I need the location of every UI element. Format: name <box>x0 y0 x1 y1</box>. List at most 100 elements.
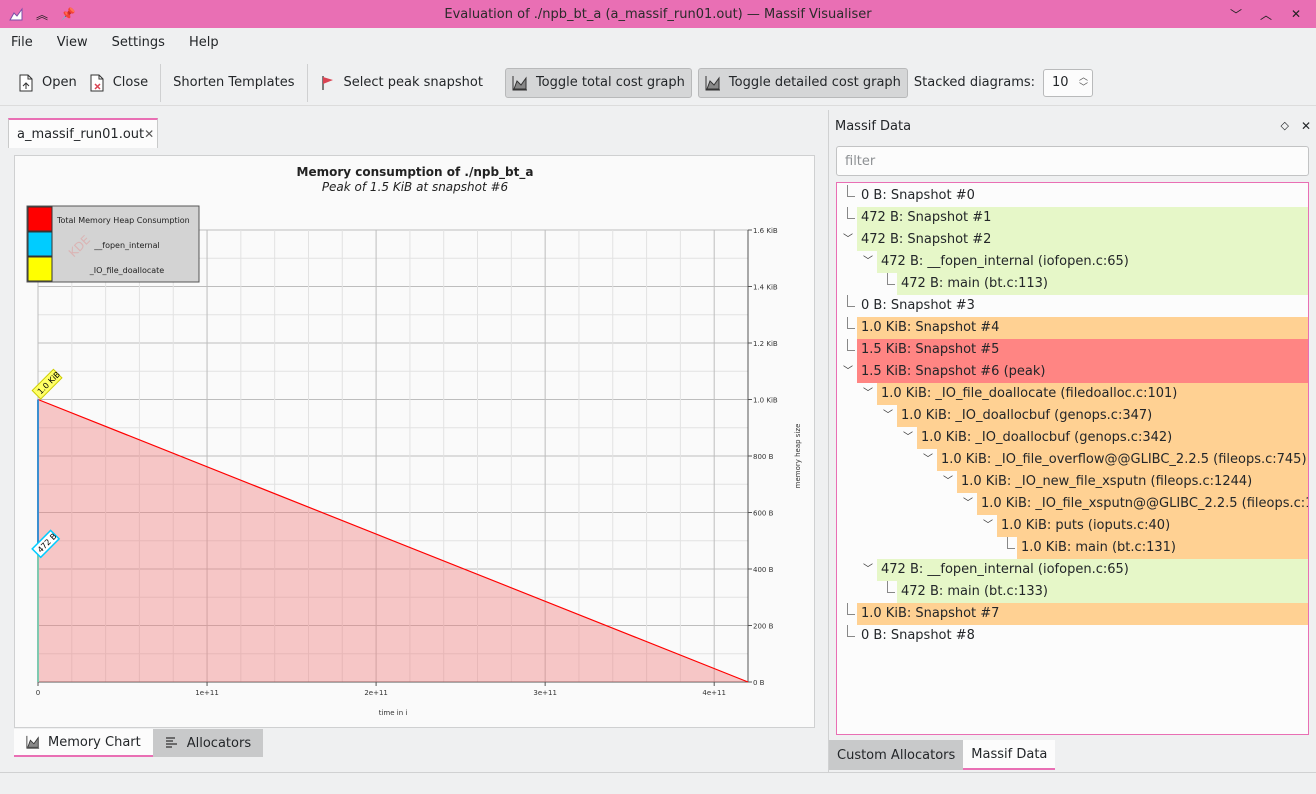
tree-row[interactable]: 0 B: Snapshot #8 <box>837 625 1308 647</box>
chart-title: Memory consumption of ./npb_bt_a <box>297 165 534 180</box>
tree-row[interactable]: ﹀ 1.0 KiB: _IO_file_overflow@@GLIBC_2.2.5… <box>837 449 1308 471</box>
tree-row[interactable]: ﹀ 1.5 KiB: Snapshot #6 (peak) <box>837 361 1308 383</box>
tab-custom-allocators[interactable]: Custom Allocators <box>829 740 964 770</box>
tree-row[interactable]: 472 B: main (bt.c:133) <box>837 581 1308 603</box>
stacked-diagrams-spinbox[interactable]: 10 ︿ ﹀ <box>1043 68 1094 97</box>
minimize-icon[interactable]: ﹀ <box>1228 6 1244 22</box>
tree-row[interactable]: 0 B: Snapshot #3 <box>837 295 1308 317</box>
tree-row[interactable]: 472 B: main (bt.c:113) <box>837 273 1308 295</box>
spin-down-icon[interactable]: ﹀ <box>1079 83 1088 93</box>
tree-row[interactable]: ﹀ 1.0 KiB: _IO_file_doallocate (filedoall… <box>837 383 1308 405</box>
tree-connector <box>847 317 855 329</box>
y-tick-label: 0 B <box>753 679 765 687</box>
tree-row-label: 472 B: __fopen_internal (iofopen.c:65) <box>877 251 1308 273</box>
chart-subtitle: Peak of 1.5 KiB at snapshot #6 <box>322 180 509 194</box>
expand-chevron-icon[interactable]: ﹀ <box>861 559 875 581</box>
dock-header: Massif Data ◇ ✕ <box>835 116 1311 136</box>
shorten-templates-button[interactable]: Shorten Templates <box>167 68 300 98</box>
x-tick-label: 4e+11 <box>702 689 726 697</box>
spin-up-icon[interactable]: ︿ <box>1079 73 1088 83</box>
tree-row-label: 0 B: Snapshot #0 <box>861 188 975 203</box>
chart-svg: Memory consumption of ./npb_bt_aPeak of … <box>26 165 802 717</box>
tree-row[interactable]: 1.5 KiB: Snapshot #5 <box>837 339 1308 361</box>
stacked-diagrams-value[interactable]: 10 <box>1052 75 1069 90</box>
filter-placeholder: filter <box>845 153 876 169</box>
y-tick-label: 1.6 KiB <box>753 227 778 235</box>
expand-chevron-icon[interactable]: ﹀ <box>921 449 935 471</box>
tree-row-label: 472 B: Snapshot #1 <box>857 207 1308 229</box>
tree-row[interactable]: 1.0 KiB: Snapshot #4 <box>837 317 1308 339</box>
tree-row-label: 1.0 KiB: _IO_doallocbuf (genops.c:347) <box>897 405 1308 427</box>
close-dock-icon[interactable]: ✕ <box>1301 119 1311 133</box>
y-tick-label: 1.4 KiB <box>753 284 778 292</box>
pin-icon[interactable]: 📌 <box>60 6 76 22</box>
close-window-icon[interactable]: ✕ <box>1288 6 1304 22</box>
tree-row[interactable]: ﹀ 1.0 KiB: puts (ioputs.c:40) <box>837 515 1308 537</box>
toolbar: Open Close Shorten Templates Select peak… <box>0 60 1316 106</box>
list-icon <box>165 737 177 748</box>
open-button[interactable]: Open <box>12 68 83 98</box>
tree-row-label: 472 B: __fopen_internal (iofopen.c:65) <box>877 559 1308 581</box>
expand-chevron-icon[interactable]: ﹀ <box>881 405 895 427</box>
select-peak-button[interactable]: Select peak snapshot <box>314 68 489 98</box>
close-tab-icon[interactable]: ✕ <box>144 127 154 141</box>
expand-chevron-icon[interactable]: ﹀ <box>841 361 855 383</box>
expand-chevron-icon[interactable]: ﹀ <box>861 251 875 273</box>
tree-connector <box>847 625 855 637</box>
tree-connector <box>847 185 855 197</box>
tree-row[interactable]: ﹀ 472 B: __fopen_internal (iofopen.c:65) <box>837 559 1308 581</box>
tree-row-label: 1.0 KiB: _IO_file_xsputn@@GLIBC_2.2.5 (f… <box>977 493 1308 515</box>
legend-entry: Total Memory Heap Consumption <box>56 216 190 225</box>
expand-chevron-icon[interactable]: ﹀ <box>901 427 915 449</box>
x-tick-label: 3e+11 <box>533 689 557 697</box>
filter-input[interactable]: filter <box>836 146 1309 176</box>
document-tab[interactable]: a_massif_run01.out ✕ <box>8 118 158 148</box>
tree-row-label: 472 B: Snapshot #2 <box>857 229 1308 251</box>
tree-row[interactable]: 1.0 KiB: Snapshot #7 <box>837 603 1308 625</box>
toggle-detailed-cost-button[interactable]: Toggle detailed cost graph <box>697 67 908 98</box>
tree-row[interactable]: 472 B: Snapshot #1 <box>837 207 1308 229</box>
tab-massif-data[interactable]: Massif Data <box>963 740 1056 770</box>
tree-row-label: 1.0 KiB: puts (ioputs.c:40) <box>997 515 1308 537</box>
maximize-icon[interactable]: ︿ <box>1258 6 1274 22</box>
toggle-total-cost-button[interactable]: Toggle total cost graph <box>504 67 692 98</box>
tree-row[interactable]: ﹀ 1.0 KiB: _IO_doallocbuf (genops.c:342) <box>837 427 1308 449</box>
tab-memory-chart[interactable]: Memory Chart <box>14 729 153 757</box>
tree-row[interactable]: ﹀ 1.0 KiB: _IO_doallocbuf (genops.c:347) <box>837 405 1308 427</box>
expand-chevron-icon[interactable]: ﹀ <box>861 383 875 405</box>
tree-row[interactable]: ﹀ 1.0 KiB: _IO_new_file_xsputn (fileops.c… <box>837 471 1308 493</box>
tree-row[interactable]: ﹀ 1.0 KiB: _IO_file_xsputn@@GLIBC_2.2.5 (… <box>837 493 1308 515</box>
menu-settings[interactable]: Settings <box>105 35 172 50</box>
dock-title: Massif Data <box>835 118 912 134</box>
menu-view[interactable]: View <box>50 35 95 50</box>
snapshot-tree[interactable]: 0 B: Snapshot #0 472 B: Snapshot #1 ﹀ 472 B… <box>836 182 1309 735</box>
tab-allocators[interactable]: Allocators <box>152 729 264 757</box>
expand-chevron-icon[interactable]: ﹀ <box>961 493 975 515</box>
close-button[interactable]: Close <box>83 68 154 98</box>
stacked-diagrams-label: Stacked diagrams: <box>913 75 1036 90</box>
open-file-icon <box>19 74 33 91</box>
open-label: Open <box>42 75 77 90</box>
menu-help[interactable]: Help <box>182 35 226 50</box>
shorten-templates-label: Shorten Templates <box>173 75 295 90</box>
y-tick-label: 800 B <box>753 453 774 461</box>
title-bar: ︽ 📌 Evaluation of ./npb_bt_a (a_massif_r… <box>0 0 1316 28</box>
tree-row[interactable]: 1.0 KiB: main (bt.c:131) <box>837 537 1308 559</box>
keep-above-icon[interactable]: ︽ <box>34 6 50 22</box>
float-dock-icon[interactable]: ◇ <box>1280 119 1288 133</box>
view-tabs: Memory Chart Allocators <box>14 729 264 757</box>
expand-chevron-icon[interactable]: ﹀ <box>981 515 995 537</box>
tree-connector <box>847 295 855 307</box>
tree-row[interactable]: ﹀ 472 B: Snapshot #2 <box>837 229 1308 251</box>
x-axis-label: time in i <box>379 709 408 717</box>
tree-row[interactable]: 0 B: Snapshot #0 <box>837 185 1308 207</box>
expand-chevron-icon[interactable]: ﹀ <box>841 229 855 251</box>
y-tick-label: 200 B <box>753 623 774 631</box>
tree-row-label: 1.0 KiB: Snapshot #7 <box>857 603 1308 625</box>
menu-bar: File View Settings Help <box>0 28 1316 56</box>
tree-row[interactable]: ﹀ 472 B: __fopen_internal (iofopen.c:65) <box>837 251 1308 273</box>
memory-chart: Memory consumption of ./npb_bt_a Peak of … <box>14 155 815 728</box>
tree-connector <box>1007 537 1015 549</box>
menu-file[interactable]: File <box>4 35 40 50</box>
expand-chevron-icon[interactable]: ﹀ <box>941 471 955 493</box>
